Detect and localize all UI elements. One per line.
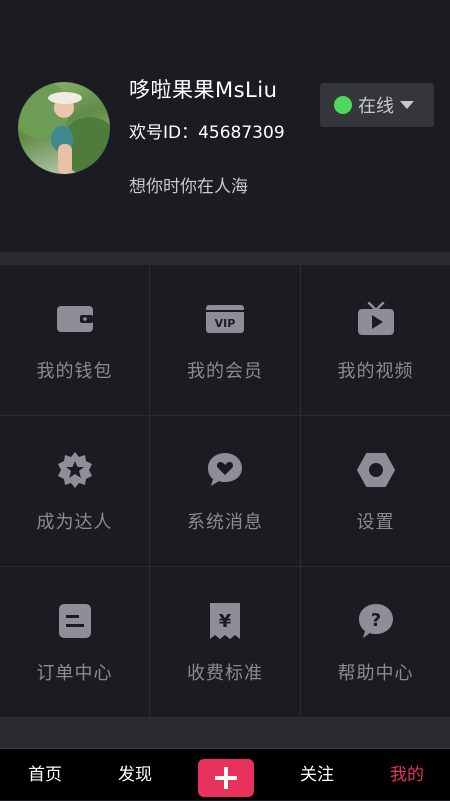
profile-header: 哆啦果果MsLiu 欢号ID：45687309 想你时你在人海 在线 bbox=[0, 0, 450, 252]
order-doc-icon bbox=[55, 601, 95, 641]
tv-play-icon bbox=[356, 299, 396, 339]
avatar[interactable] bbox=[18, 82, 110, 174]
grid-item-label: 我的钱包 bbox=[36, 361, 113, 382]
wallet-icon bbox=[55, 299, 95, 339]
grid-item-settings[interactable]: 设置 bbox=[301, 416, 450, 567]
grid-item-videos[interactable]: 我的视频 bbox=[301, 265, 450, 416]
svg-text:¥: ¥ bbox=[219, 611, 232, 632]
section-divider bbox=[0, 718, 450, 748]
svg-text:VIP: VIP bbox=[215, 317, 236, 330]
grid-item-label: 设置 bbox=[356, 512, 395, 533]
tab-home[interactable]: 首页 bbox=[20, 749, 70, 801]
tab-following[interactable]: 关注 bbox=[292, 749, 342, 801]
star-badge-icon bbox=[55, 450, 95, 490]
caret-down-icon bbox=[400, 101, 414, 109]
avatar-hat bbox=[48, 92, 82, 104]
avatar-figure bbox=[58, 144, 72, 174]
vip-card-icon: VIP bbox=[205, 299, 245, 339]
grid-item-label: 我的会员 bbox=[187, 361, 263, 382]
grid-item-label: 我的视频 bbox=[337, 361, 414, 382]
signature[interactable]: 想你时你在人海 bbox=[129, 172, 248, 197]
grid-item-label: 帮助中心 bbox=[337, 663, 414, 684]
grid-item-order-center[interactable]: 订单中心 bbox=[0, 567, 150, 718]
user-id: 欢号ID：45687309 bbox=[129, 123, 285, 143]
grid-item-become-expert[interactable]: 成为达人 bbox=[0, 416, 150, 567]
hexagon-settings-icon bbox=[356, 450, 396, 490]
grid-item-membership[interactable]: VIP 我的会员 bbox=[150, 265, 301, 416]
plus-icon bbox=[215, 767, 237, 789]
online-dot-icon bbox=[334, 96, 352, 114]
username: 哆啦果果MsLiu bbox=[129, 78, 278, 102]
create-post-button[interactable] bbox=[198, 759, 254, 797]
svg-text:?: ? bbox=[370, 610, 380, 631]
heart-chat-icon bbox=[205, 450, 245, 490]
section-divider bbox=[0, 252, 450, 265]
grid-item-label: 订单中心 bbox=[36, 663, 113, 684]
tab-me[interactable]: 我的 bbox=[382, 749, 432, 801]
bottom-tab-bar: 首页 发现 关注 我的 bbox=[0, 748, 450, 800]
grid-item-pricing[interactable]: ¥ 收费标准 bbox=[150, 567, 301, 718]
grid-item-help-center[interactable]: ? 帮助中心 bbox=[301, 567, 450, 718]
grid-item-label: 成为达人 bbox=[36, 512, 113, 533]
question-chat-icon: ? bbox=[356, 601, 396, 641]
grid-item-label: 系统消息 bbox=[187, 512, 263, 533]
yen-receipt-icon: ¥ bbox=[205, 601, 245, 641]
status-label: 在线 bbox=[358, 96, 394, 117]
grid-item-system-messages[interactable]: 系统消息 bbox=[150, 416, 301, 567]
grid-item-label: 收费标准 bbox=[187, 663, 263, 684]
status-dropdown[interactable]: 在线 bbox=[320, 83, 434, 127]
tab-discover[interactable]: 发现 bbox=[110, 749, 160, 801]
grid-item-wallet[interactable]: 我的钱包 bbox=[0, 265, 150, 416]
menu-grid: 我的钱包 VIP 我的会员 我的视频 成为达人 系统消息 设置 订单中心 ¥ 收… bbox=[0, 265, 450, 718]
